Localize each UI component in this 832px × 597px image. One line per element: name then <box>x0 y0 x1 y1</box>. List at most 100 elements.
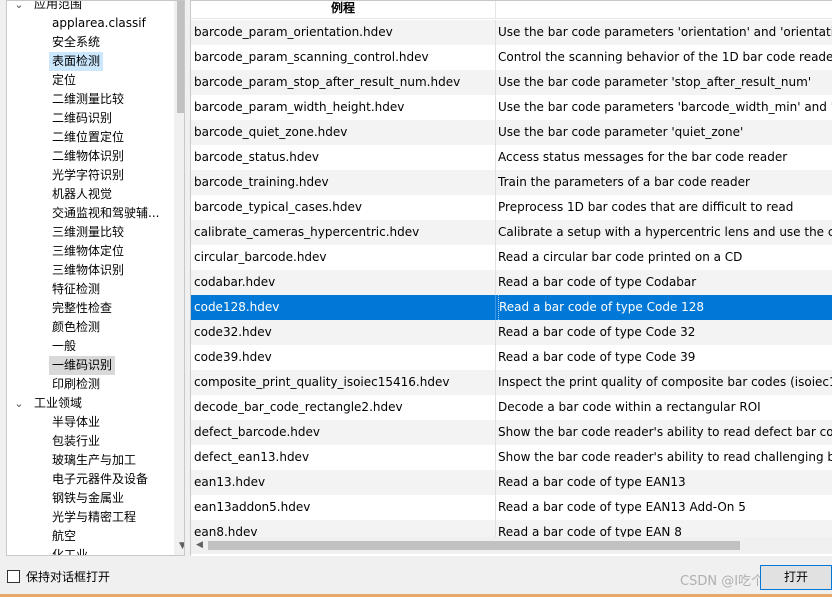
cell-divider <box>495 495 496 520</box>
tree-item[interactable]: 玻璃生产与加工 <box>49 451 139 470</box>
list-row[interactable]: code32.hdev Read a bar code of type Code … <box>191 320 832 345</box>
tree-group[interactable]: ⌄ 应用范围 <box>13 1 85 14</box>
category-tree[interactable]: 化工业 航空 光学与精密工程 钢铁与金属业 电子元器件及设备 玻璃生产与加工 包装行业 半导体… <box>6 0 185 556</box>
tree-item[interactable]: 完整性检查 <box>49 299 115 318</box>
expand-chevron-icon[interactable]: ⌄ <box>13 394 25 413</box>
cell-divider <box>495 20 496 45</box>
open-button[interactable]: 打开 <box>760 565 832 590</box>
keep-open-option[interactable]: 保持对话框打开 <box>7 569 110 584</box>
list-row[interactable]: code128.hdev Read a bar code of type Code… <box>191 295 832 320</box>
example-description: Read a bar code of type Code 39 <box>498 350 696 364</box>
cell-divider <box>495 170 496 195</box>
tree-group[interactable]: ⌄ 工业领域 <box>13 394 85 413</box>
expand-chevron-icon[interactable]: ⌄ <box>13 1 25 14</box>
list-row[interactable]: barcode_param_stop_after_result_num.hdev… <box>191 70 832 95</box>
tree-item-label: 化工业 <box>52 548 89 556</box>
tree-item[interactable]: 印刷检测 <box>49 375 103 394</box>
example-filename: ean13addon5.hdev <box>194 500 311 514</box>
cell-divider <box>495 45 496 70</box>
tree-item[interactable]: 一般 <box>49 337 79 356</box>
cell-divider <box>495 345 496 370</box>
list-row[interactable]: codabar.hdev Read a bar code of type Coda… <box>191 270 832 295</box>
tree-item[interactable]: 二维位置定位 <box>49 128 127 147</box>
cell-divider <box>495 195 496 220</box>
tree-vertical-scrollbar[interactable]: ▼ <box>174 1 184 555</box>
tree-item[interactable]: 一维码识别 <box>49 356 116 375</box>
example-filename: codabar.hdev <box>194 275 276 289</box>
cell-divider <box>495 270 496 295</box>
list-row[interactable]: code39.hdev Read a bar code of type Code … <box>191 345 832 370</box>
list-row[interactable]: barcode_status.hdev Access status message… <box>191 145 832 170</box>
example-description: Show the bar code reader's ability to re… <box>498 425 832 439</box>
example-filename: composite_print_quality_isoiec15416.hdev <box>194 375 450 389</box>
list-row[interactable]: composite_print_quality_isoiec15416.hdev… <box>191 370 832 395</box>
list-horizontal-scrollbar[interactable]: ◀ <box>191 537 832 554</box>
example-filename: barcode_status.hdev <box>194 150 319 164</box>
tree-item[interactable]: 包装行业 <box>49 432 103 451</box>
tree-item-label: 三维物体定位 <box>52 244 125 258</box>
keep-open-checkbox[interactable] <box>7 569 20 583</box>
tree-item[interactable]: 交通监视和驾驶辅... <box>49 204 162 223</box>
tree-item-label: 玻璃生产与加工 <box>52 453 137 467</box>
list-row[interactable]: defect_ean13.hdev Show the bar code reade… <box>191 445 832 470</box>
tree-item[interactable]: 定位 <box>49 71 79 90</box>
list-row[interactable]: decode_bar_code_rectangle2.hdev Decode a … <box>191 395 832 420</box>
column-divider[interactable] <box>495 1 496 19</box>
tree-item[interactable]: 光学与精密工程 <box>49 508 139 527</box>
tree-item[interactable]: 化工业 <box>49 546 91 556</box>
example-filename: barcode_typical_cases.hdev <box>194 200 362 214</box>
tree-item-label: 二维位置定位 <box>52 130 125 144</box>
list-row[interactable]: barcode_param_scanning_control.hdev Contr… <box>191 45 832 70</box>
example-filename: code128.hdev <box>194 300 280 314</box>
example-description: Decode a bar code within a rectangular R… <box>498 400 761 414</box>
tree-item[interactable]: 航空 <box>49 527 79 546</box>
cell-divider <box>495 445 496 470</box>
tree-item[interactable]: 颜色检测 <box>49 318 103 337</box>
tree-item[interactable]: applarea.classif <box>49 14 149 33</box>
scroll-left-arrow-icon[interactable]: ◀ <box>191 537 208 554</box>
tree-item-label: 二维测量比较 <box>52 92 125 106</box>
list-row[interactable]: barcode_param_orientation.hdev Use the ba… <box>191 20 832 45</box>
list-row[interactable]: barcode_param_width_height.hdev Use the b… <box>191 95 832 120</box>
cell-divider <box>495 470 496 495</box>
tree-item[interactable]: 半导体业 <box>49 413 103 432</box>
column-header-example[interactable]: 例程 <box>331 1 355 19</box>
tree-item[interactable]: 机器人视觉 <box>49 185 115 204</box>
tree-item[interactable]: 三维物体定位 <box>49 242 127 261</box>
list-scroll-thumb[interactable] <box>208 541 740 550</box>
list-row[interactable]: calibrate_cameras_hypercentric.hdev Calib… <box>191 220 832 245</box>
tree-item[interactable]: 表面检测 <box>49 52 104 71</box>
list-row[interactable]: barcode_typical_cases.hdev Preprocess 1D … <box>191 195 832 220</box>
list-row[interactable]: barcode_quiet_zone.hdev Use the bar code … <box>191 120 832 145</box>
tree-item-label: 一维码识别 <box>49 356 116 375</box>
list-row[interactable]: ean13.hdev Read a bar code of type EAN13 <box>191 470 832 495</box>
list-row[interactable]: barcode_training.hdev Train the parameter… <box>191 170 832 195</box>
tree-item-label: 三维测量比较 <box>52 225 125 239</box>
tree-scroll-thumb[interactable] <box>177 1 184 113</box>
example-description: Control the scanning behavior of the 1D … <box>498 50 832 64</box>
scroll-down-arrow-icon[interactable]: ▼ <box>174 538 184 555</box>
cell-divider <box>495 145 496 170</box>
tree-item[interactable]: 电子元器件及设备 <box>49 470 151 489</box>
tree-item-label: 印刷检测 <box>52 377 101 391</box>
example-filename: code39.hdev <box>194 350 272 364</box>
example-description: Use the bar code parameters 'barcode_wid… <box>498 100 832 114</box>
example-description: Use the bar code parameter 'stop_after_r… <box>498 75 812 89</box>
tree-item-label: 表面检测 <box>49 52 104 71</box>
list-row[interactable]: ean13addon5.hdev Read a bar code of type … <box>191 495 832 520</box>
tree-item[interactable]: 安全系统 <box>49 33 103 52</box>
list-row[interactable]: defect_barcode.hdev Show the bar code rea… <box>191 420 832 445</box>
tree-item[interactable]: 二维物体识别 <box>49 147 127 166</box>
list-row[interactable]: circular_barcode.hdev Read a circular bar… <box>191 245 832 270</box>
tree-item[interactable]: 二维测量比较 <box>49 90 127 109</box>
tree-item[interactable]: 特征检测 <box>49 280 103 299</box>
tree-item[interactable]: 钢铁与金属业 <box>49 489 127 508</box>
example-description: Show the bar code reader's ability to re… <box>498 450 832 464</box>
example-description: Read a bar code of type Code 128 <box>498 295 832 320</box>
tree-item-label: 一般 <box>52 339 77 353</box>
tree-item[interactable]: 二维码识别 <box>49 109 115 128</box>
tree-item-label: 光学与精密工程 <box>52 510 137 524</box>
tree-item[interactable]: 光学字符识别 <box>49 166 127 185</box>
tree-item[interactable]: 三维测量比较 <box>49 223 127 242</box>
tree-item[interactable]: 三维物体识别 <box>49 261 127 280</box>
